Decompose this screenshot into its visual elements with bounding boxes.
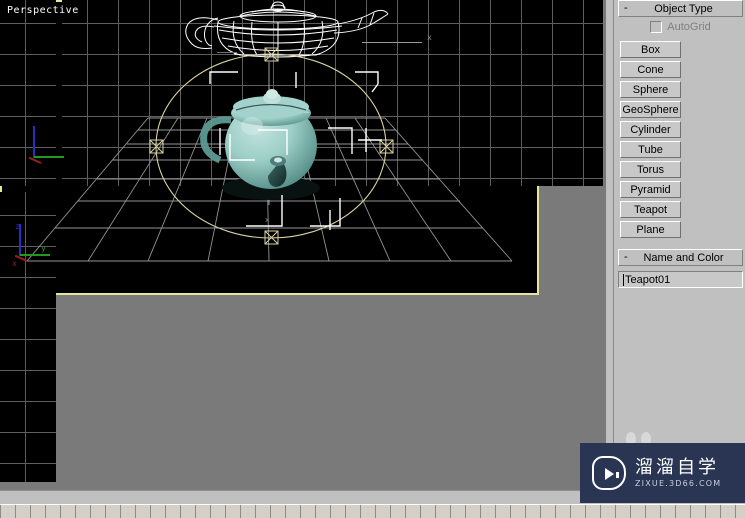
viewport-perspective[interactable]: Perspective z x z y x	[0, 0, 539, 295]
object-type-button-grid: Box Cone Sphere GeoSphere Cylinder Tube …	[618, 35, 743, 244]
object-name-value: Teapot01	[625, 273, 671, 286]
create-cone-button[interactable]: Cone	[620, 61, 681, 78]
rollout-name-and-color: - Name and Color	[618, 249, 743, 266]
text-cursor	[623, 273, 624, 286]
application-window: x Perspective z x z y x - Object Type Au…	[0, 0, 745, 518]
autogrid-label: AutoGrid	[667, 21, 711, 33]
object-name-input[interactable]: Teapot01	[618, 271, 743, 288]
autogrid-checkbox[interactable]	[650, 21, 663, 33]
tripod-x-label: x	[12, 259, 17, 268]
autogrid-row[interactable]: AutoGrid	[618, 17, 743, 35]
create-geosphere-button[interactable]: GeoSphere	[620, 101, 681, 118]
watermark-en: ZIXUE.3D66.COM	[635, 478, 722, 488]
tripod-y-label: y	[41, 244, 46, 253]
rollout-object-type-header[interactable]: - Object Type	[618, 0, 743, 17]
collapse-icon[interactable]: -	[624, 1, 628, 15]
viewport-area: x Perspective z x z y x	[0, 0, 606, 490]
command-panel: - Object Type AutoGrid Box Cone Sphere G…	[606, 0, 745, 490]
svg-text:x: x	[265, 216, 269, 224]
create-pyramid-button[interactable]: Pyramid	[620, 181, 681, 198]
create-teapot-button[interactable]: Teapot	[620, 201, 681, 218]
rollout-name-and-color-title: Name and Color	[643, 251, 724, 264]
create-box-button[interactable]: Box	[620, 41, 681, 58]
status-bar	[0, 504, 745, 518]
collapse-icon[interactable]: -	[624, 250, 628, 264]
play-logo-icon	[592, 456, 626, 490]
create-tube-button[interactable]: Tube	[620, 141, 681, 158]
axis-tripod-perspective: z y x	[8, 218, 54, 268]
watermark-cn: 溜溜自学	[635, 456, 719, 478]
watermark-badge: 溜溜自学 ZIXUE.3D66.COM	[580, 443, 745, 503]
command-panel-content: - Object Type AutoGrid Box Cone Sphere G…	[614, 0, 745, 490]
rollout-name-and-color-header[interactable]: - Name and Color	[618, 249, 743, 266]
timeline-ticks[interactable]	[0, 505, 745, 518]
command-panel-rail	[606, 0, 614, 490]
rollout-object-type-title: Object Type	[654, 2, 713, 15]
create-cylinder-button[interactable]: Cylinder	[620, 121, 681, 138]
create-sphere-button[interactable]: Sphere	[620, 81, 681, 98]
create-plane-button[interactable]: Plane	[620, 221, 681, 238]
perspective-scene: z x	[26, 47, 513, 262]
tripod-z-label: z	[15, 222, 20, 231]
watermark-text: 溜溜自学 ZIXUE.3D66.COM	[635, 456, 722, 489]
rollout-object-type: - Object Type AutoGrid Box Cone Sphere G…	[618, 0, 743, 244]
create-torus-button[interactable]: Torus	[620, 161, 681, 178]
